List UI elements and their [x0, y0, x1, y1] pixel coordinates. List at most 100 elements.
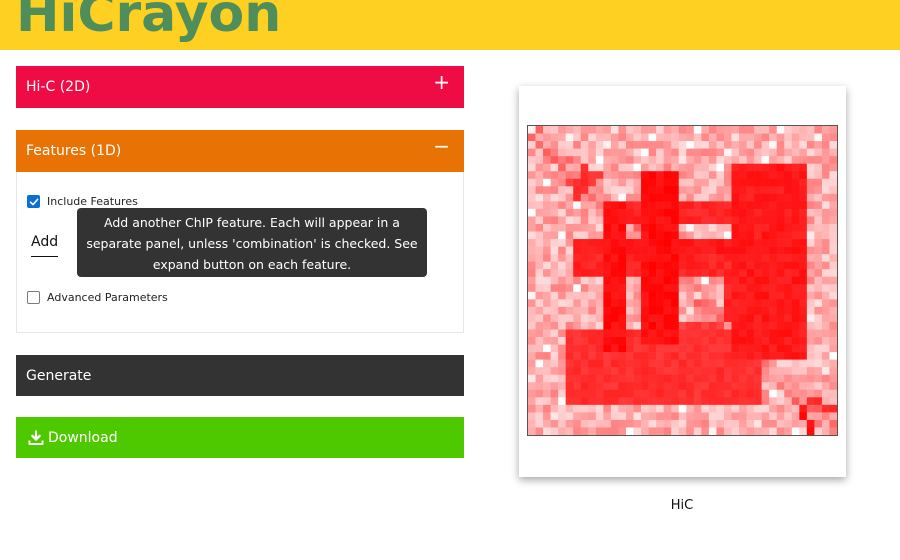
- heatmap-cell: [610, 186, 619, 195]
- include-features-checkbox[interactable]: [27, 195, 40, 208]
- heatmap-cell: [686, 178, 695, 187]
- advanced-parameters-checkbox[interactable]: [27, 291, 40, 304]
- heatmap-cell: [625, 193, 634, 202]
- heatmap-cell: [641, 337, 649, 345]
- heatmap-cell: [633, 201, 642, 210]
- heatmap-cell: [784, 397, 793, 406]
- heatmap-cell: [799, 337, 808, 345]
- heatmap-cell: [806, 133, 815, 142]
- heatmap-cell: [739, 231, 747, 240]
- heatmap-cell: [784, 186, 793, 195]
- heatmap-cell: [701, 246, 710, 255]
- heatmap-cell: [625, 178, 634, 187]
- collapse-minus-icon[interactable]: −: [433, 136, 450, 156]
- heatmap-cell: [761, 412, 770, 421]
- add-feature-button[interactable]: Add: [31, 234, 59, 257]
- heatmap-cell: [701, 306, 710, 315]
- heatmap-cell: [716, 299, 725, 308]
- heatmap-cell: [829, 382, 837, 391]
- heatmap-cell: [686, 223, 695, 232]
- heatmap-cell: [633, 284, 642, 293]
- heatmap-cell: [565, 216, 574, 225]
- heatmap-cell: [535, 186, 544, 195]
- heatmap-cell: [573, 223, 582, 232]
- heatmap-cell: [595, 239, 604, 247]
- heatmap-cell: [731, 321, 740, 330]
- download-button[interactable]: Download: [16, 417, 464, 458]
- heatmap-cell: [716, 344, 725, 353]
- include-features-row[interactable]: Include Features: [27, 195, 138, 208]
- heatmap-cell: [716, 321, 725, 330]
- heatmap-cell: [731, 231, 740, 240]
- heatmap-cell: [701, 186, 710, 195]
- heatmap-cell: [829, 133, 837, 142]
- heatmap-cell: [588, 254, 597, 262]
- heatmap-cell: [663, 321, 672, 330]
- heatmap-cell: [821, 329, 830, 338]
- heatmap-cell: [633, 178, 642, 187]
- heatmap-cell: [784, 178, 793, 187]
- heatmap-cell: [595, 329, 604, 338]
- advanced-parameters-row[interactable]: Advanced Parameters: [27, 291, 168, 304]
- heatmap-cell: [739, 329, 747, 338]
- heatmap-cell: [723, 126, 732, 134]
- heatmap-cell: [791, 397, 800, 406]
- heatmap-cell: [708, 397, 717, 406]
- heatmap-cell: [595, 344, 604, 353]
- heatmap-cell: [754, 186, 762, 195]
- heatmap-cell: [746, 156, 755, 164]
- heatmap-cell: [821, 427, 830, 435]
- heatmap-cell: [535, 382, 544, 391]
- heatmap-cell: [535, 306, 544, 315]
- heatmap-cell: [731, 186, 740, 195]
- heatmap-cell: [648, 321, 657, 330]
- heatmap-cell: [814, 352, 823, 360]
- heatmap-cell: [814, 419, 823, 428]
- heatmap-cell: [625, 314, 634, 323]
- heatmap-cell: [618, 148, 627, 157]
- heatmap-cell: [610, 419, 619, 428]
- heatmap-cell: [603, 397, 612, 406]
- heatmap-cell: [663, 239, 672, 247]
- heatmap-cell: [723, 201, 732, 210]
- heatmap-cell: [595, 306, 604, 315]
- heatmap-cell: [754, 208, 762, 217]
- features-1d-panel-header[interactable]: Features (1D) −: [16, 130, 464, 172]
- heatmap-cell: [799, 269, 808, 278]
- heatmap-cell: [603, 314, 612, 323]
- heatmap-cell: [746, 314, 755, 323]
- heatmap-cell: [776, 404, 785, 413]
- heatmap-cell: [776, 276, 785, 285]
- heatmap-cell: [754, 163, 762, 172]
- heatmap-cell: [678, 382, 687, 391]
- heatmap-cell: [731, 412, 740, 421]
- expand-plus-icon[interactable]: +: [433, 72, 450, 92]
- heatmap-cell: [671, 314, 680, 323]
- generate-button[interactable]: Generate: [16, 355, 464, 396]
- heatmap-cell: [656, 239, 664, 247]
- heatmap-cell: [656, 299, 664, 308]
- heatmap-cell: [595, 284, 604, 293]
- heatmap-cell: [731, 374, 740, 383]
- heatmap-cell: [769, 299, 778, 308]
- heatmap-cell: [573, 276, 582, 285]
- heatmap-cell: [625, 216, 634, 225]
- heatmap-cell: [663, 419, 672, 428]
- heatmap-cell: [610, 284, 619, 293]
- heatmap-cell: [610, 156, 619, 164]
- heatmap-cell: [663, 193, 672, 202]
- heatmap-cell: [731, 269, 740, 278]
- heatmap-cell: [686, 306, 695, 315]
- heatmap-cell: [829, 208, 837, 217]
- heatmap-cell: [791, 126, 800, 134]
- heatmap-cell: [731, 178, 740, 187]
- hic-2d-panel-header[interactable]: Hi-C (2D) +: [16, 66, 464, 108]
- heatmap-cell: [746, 344, 755, 353]
- heatmap-cell: [535, 427, 544, 435]
- heatmap-cell: [754, 314, 762, 323]
- heatmap-cell: [791, 231, 800, 240]
- heatmap-cell: [784, 404, 793, 413]
- heatmap-cell: [535, 321, 544, 330]
- heatmap-cell: [814, 299, 823, 308]
- heatmap-cell: [588, 269, 597, 278]
